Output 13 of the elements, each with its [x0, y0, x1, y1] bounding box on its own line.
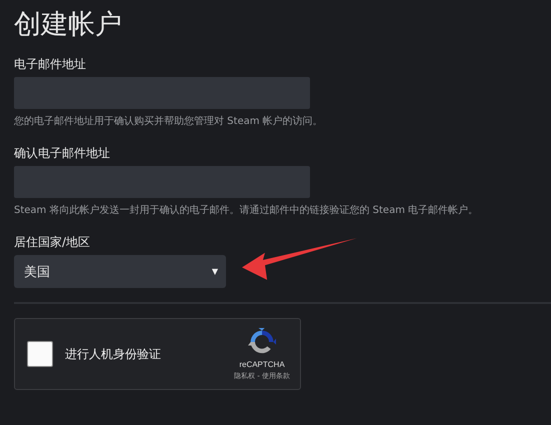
field-label: 居住国家/地区: [14, 234, 92, 250]
page-title: 创建帐户: [14, 8, 123, 42]
captcha-label: 进行人机身份验证: [65, 346, 162, 362]
recaptcha-icon: [248, 328, 276, 356]
help-text: Steam 将向此帐户发送一封用于确认的电子邮件。请通过邮件中的链接验证您的 Steam 电子邮件帐户。: [14, 204, 480, 218]
help-text: 您的电子邮件地址用于确认购买并帮助您管理对 Steam 帐户的访问。: [14, 115, 324, 129]
country-dropdown[interactable]: 美国 ▼: [14, 255, 226, 288]
field-label: 电子邮件地址: [14, 56, 87, 72]
input-field[interactable]: [14, 166, 310, 198]
input-field[interactable]: [14, 77, 310, 109]
checkbox[interactable]: [27, 341, 53, 367]
field-label: 确认电子邮件地址: [14, 145, 111, 161]
recaptcha-label: reCAPTCHA: [239, 360, 285, 368]
